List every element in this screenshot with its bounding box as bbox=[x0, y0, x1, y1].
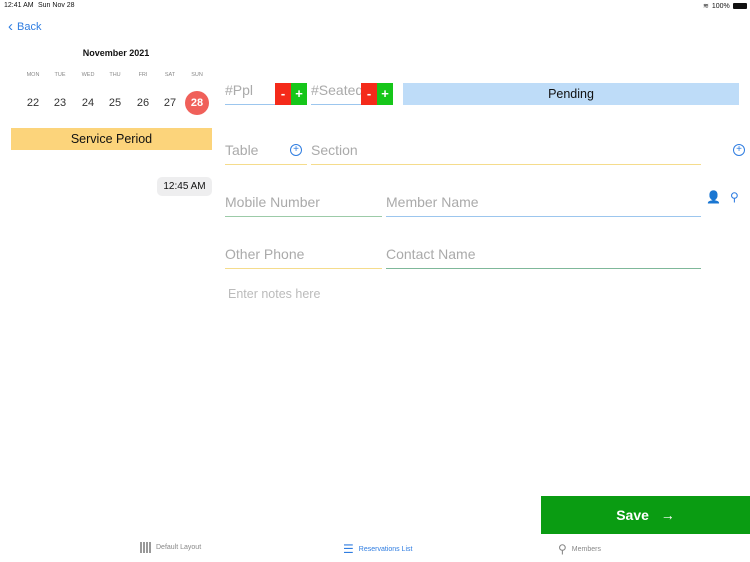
status-right: ≋ 100% bbox=[703, 2, 747, 10]
tab-reservations-list[interactable]: ☰ Reservations List bbox=[343, 542, 412, 556]
status-date: Sun Nov 28 bbox=[38, 2, 75, 9]
service-period-button[interactable]: Service Period bbox=[11, 128, 212, 150]
calendar-day[interactable]: 27 bbox=[158, 91, 182, 115]
section-input[interactable]: Section bbox=[311, 138, 701, 165]
calendar-day[interactable]: 24 bbox=[76, 91, 100, 115]
calendar-day[interactable]: 28 bbox=[185, 91, 209, 115]
member-search-icon: ⚲ bbox=[558, 542, 567, 556]
member-name-input[interactable]: Member Name bbox=[386, 190, 701, 217]
calendar-month: November 2021 bbox=[82, 48, 150, 58]
status-time: 12:41 AM bbox=[4, 2, 34, 9]
battery-icon bbox=[732, 3, 747, 9]
chevron-left-icon: ‹ bbox=[8, 18, 13, 35]
time-picker[interactable]: 12:45 AM bbox=[157, 177, 212, 196]
weekday-label: SUN bbox=[191, 72, 203, 78]
seated-plus-button[interactable]: + bbox=[377, 83, 393, 105]
mobile-number-input[interactable]: Mobile Number bbox=[225, 190, 382, 217]
tab-default-layout[interactable]: Default Layout bbox=[140, 542, 201, 553]
weekday-label: TUE bbox=[54, 72, 66, 78]
calendar-day[interactable]: 26 bbox=[131, 91, 155, 115]
tab-label: Default Layout bbox=[156, 544, 202, 551]
weekday-label: FRI bbox=[138, 72, 148, 78]
back-label: Back bbox=[17, 20, 42, 33]
weekday-label: THU bbox=[109, 72, 121, 78]
back-button[interactable]: ‹ Back bbox=[8, 18, 41, 35]
weekday-label: MON bbox=[26, 72, 40, 78]
add-table-icon[interactable]: + bbox=[290, 144, 302, 156]
ppl-input[interactable]: #Ppl bbox=[225, 78, 275, 105]
notes-textarea[interactable]: Enter notes here bbox=[228, 287, 698, 477]
grid-icon bbox=[140, 542, 151, 553]
weekday-label: WED bbox=[81, 72, 95, 78]
tab-label: Reservations List bbox=[358, 545, 413, 553]
save-label: Save bbox=[616, 507, 649, 523]
calendar-day[interactable]: 25 bbox=[103, 91, 127, 115]
tab-members[interactable]: ⚲ Members bbox=[558, 542, 601, 556]
save-button[interactable]: Save → bbox=[541, 496, 750, 534]
tab-label: Members bbox=[571, 545, 601, 553]
calendar-day[interactable]: 22 bbox=[21, 91, 45, 115]
contact-name-input[interactable]: Contact Name bbox=[386, 242, 701, 269]
weekday-label: SAT bbox=[164, 72, 176, 78]
add-section-icon[interactable]: + bbox=[733, 144, 745, 156]
battery-text: 100% bbox=[711, 2, 730, 10]
ppl-minus-button[interactable]: - bbox=[275, 83, 291, 105]
wifi-icon: ≋ bbox=[703, 3, 709, 10]
seated-minus-button[interactable]: - bbox=[361, 83, 377, 105]
seated-input[interactable]: #Seated bbox=[311, 78, 361, 105]
status-button[interactable]: Pending bbox=[403, 83, 739, 105]
calendar-day[interactable]: 23 bbox=[48, 91, 72, 115]
other-phone-input[interactable]: Other Phone bbox=[225, 242, 382, 269]
member-search-icon[interactable]: ⚲ bbox=[730, 190, 739, 204]
ppl-plus-button[interactable]: + bbox=[291, 83, 307, 105]
list-icon: ☰ bbox=[343, 542, 354, 556]
member-list-icon[interactable]: 👤 bbox=[706, 190, 721, 204]
arrow-right-icon: → bbox=[660, 507, 675, 523]
